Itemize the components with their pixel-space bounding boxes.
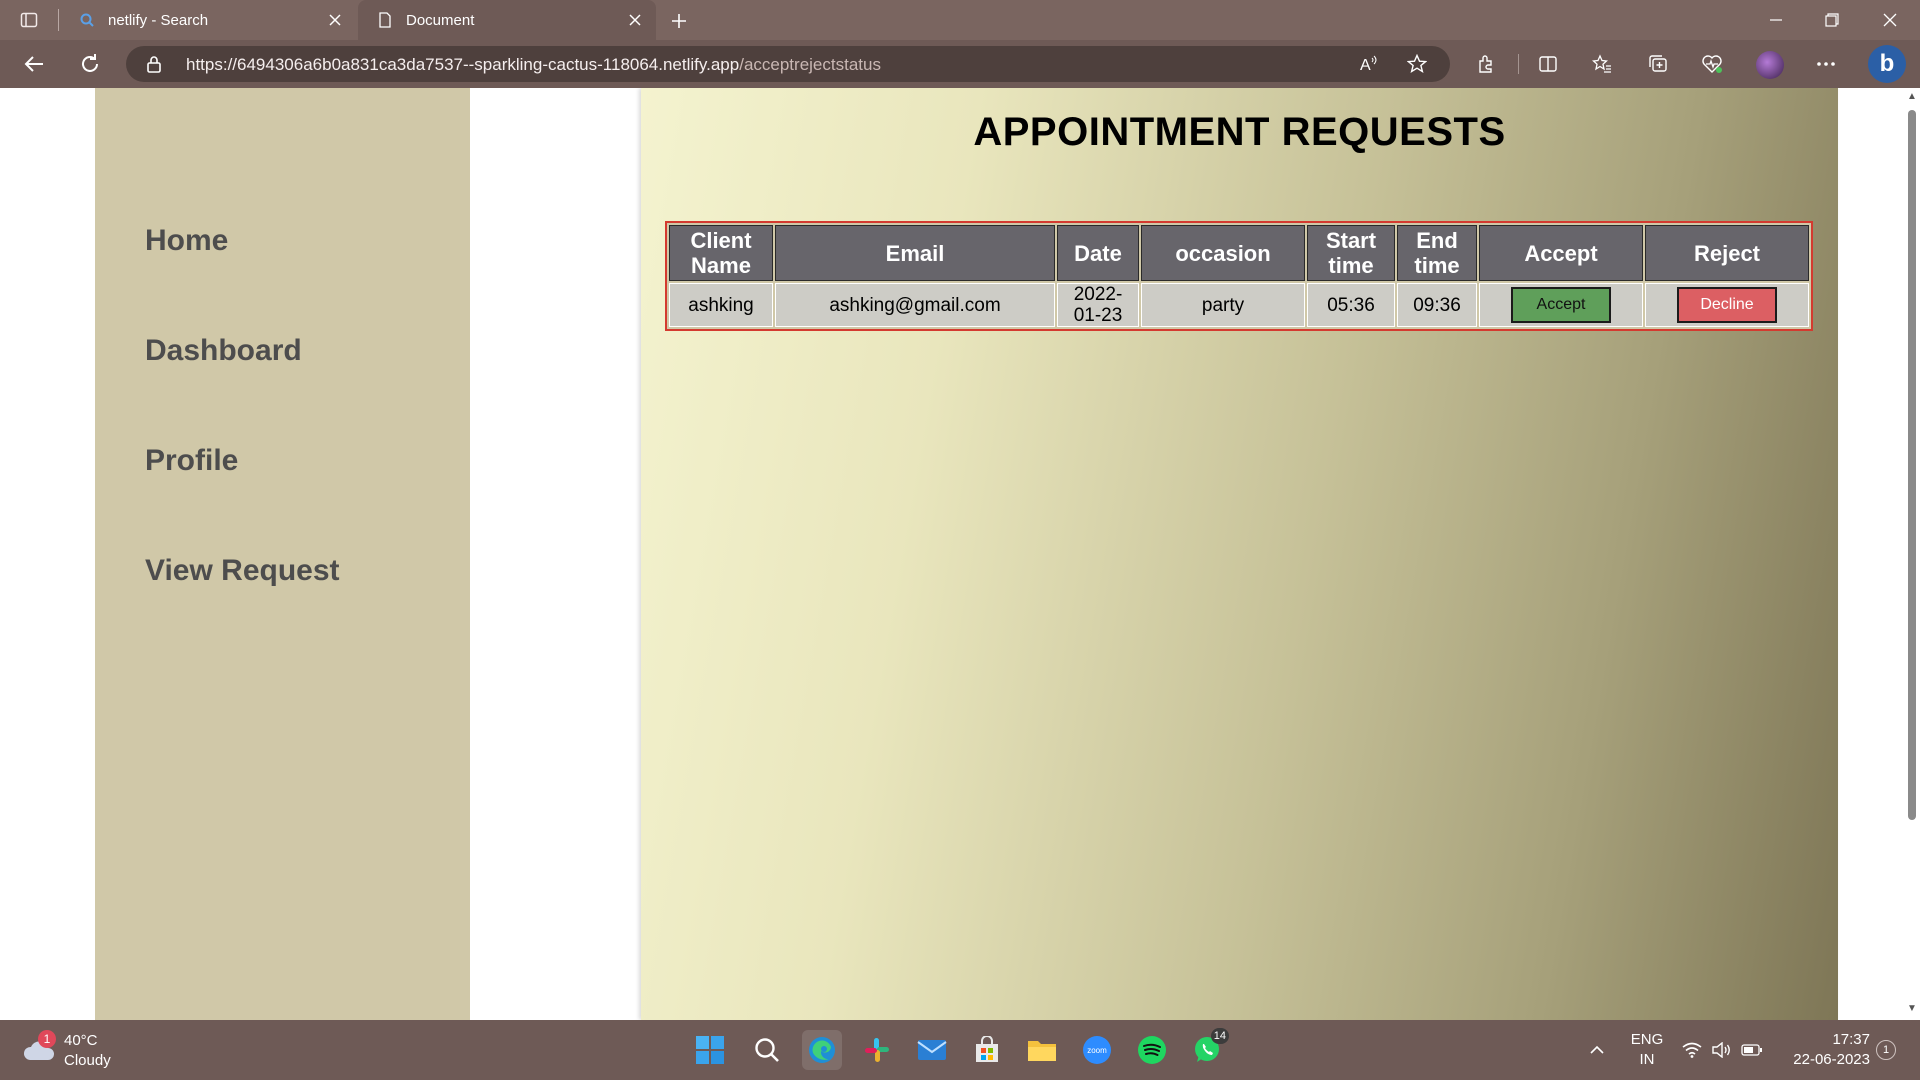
weather-widget[interactable]: 1 40°C Cloudy	[22, 1030, 152, 1072]
scroll-up-arrow-icon[interactable]: ▲	[1907, 92, 1917, 102]
address-bar[interactable]: https://6494306a6b0a831ca3da7537--sparkl…	[126, 46, 1450, 82]
mail-icon[interactable]	[912, 1030, 952, 1070]
page-viewport: Home Dashboard Profile View Request APPO…	[0, 88, 1904, 1020]
page-favicon-icon	[376, 11, 394, 29]
new-tab-icon[interactable]	[666, 8, 692, 34]
column-header-occasion: occasion	[1141, 225, 1305, 281]
language-code: ENG	[1630, 1031, 1664, 1048]
tab-title: Document	[406, 11, 475, 29]
profile-avatar[interactable]	[1756, 51, 1784, 79]
battery-icon[interactable]	[1740, 1020, 1764, 1080]
url-host: https://6494306a6b0a831ca3da7537--sparkl…	[186, 55, 740, 74]
column-header-client-name: Client Name	[669, 225, 773, 281]
whatsapp-icon[interactable]: 14	[1187, 1028, 1229, 1070]
cell-end-time: 09:36	[1397, 283, 1477, 327]
column-header-email: Email	[775, 225, 1055, 281]
windows-start-icon[interactable]	[690, 1030, 730, 1070]
close-icon[interactable]	[626, 11, 644, 29]
browser-essentials-icon[interactable]	[1700, 52, 1724, 76]
favorites-icon[interactable]	[1590, 52, 1614, 76]
windows-taskbar: 1 40°C Cloudy zoom 14 ENG IN 17:37 22-06…	[0, 1020, 1920, 1080]
read-aloud-icon[interactable]: A	[1358, 53, 1380, 75]
file-explorer-icon[interactable]	[1022, 1030, 1062, 1070]
browser-toolbar: https://6494306a6b0a831ca3da7537--sparkl…	[0, 40, 1920, 88]
scrollbar-thumb[interactable]	[1908, 110, 1916, 820]
decline-button[interactable]: Decline	[1677, 287, 1777, 323]
sidebar-item-dashboard[interactable]: Dashboard	[145, 334, 302, 368]
refresh-icon[interactable]	[76, 50, 104, 78]
table-row: ashking ashking@gmail.com 2022-01-23 par…	[669, 283, 1809, 327]
weather-temperature: 40°C	[64, 1032, 98, 1049]
slack-icon[interactable]	[857, 1030, 897, 1070]
cell-client-name: ashking	[669, 283, 773, 327]
svg-text:A: A	[1360, 57, 1371, 74]
back-icon[interactable]	[20, 50, 48, 78]
page-title: APPOINTMENT REQUESTS	[973, 110, 1506, 154]
weather-alert-badge: 1	[38, 1030, 56, 1048]
url-path: /acceptrejectstatus	[739, 55, 881, 74]
volume-icon[interactable]	[1710, 1020, 1734, 1080]
table-header-row: Client Name Email Date occasion Start ti…	[669, 225, 1809, 281]
cell-date: 2022-01-23	[1057, 283, 1139, 327]
tab-separator	[58, 9, 59, 31]
sidebar: Home Dashboard Profile View Request	[95, 88, 470, 1020]
lock-icon[interactable]	[146, 55, 164, 73]
wifi-icon[interactable]	[1680, 1020, 1704, 1080]
microsoft-store-icon[interactable]	[967, 1030, 1007, 1070]
system-clock[interactable]: 17:37 22-06-2023	[1778, 1030, 1870, 1070]
column-header-accept: Accept	[1479, 225, 1643, 281]
sidebar-item-home[interactable]: Home	[145, 224, 228, 258]
sidebar-item-profile[interactable]: Profile	[145, 444, 238, 478]
bing-copilot-icon[interactable]: b	[1868, 45, 1906, 83]
main-content: APPOINTMENT REQUESTS Client Name Email D…	[641, 88, 1838, 1020]
show-hidden-icons-chevron-icon[interactable]	[1585, 1020, 1609, 1080]
sidebar-item-view-request[interactable]: View Request	[145, 554, 340, 588]
appointment-requests-table: Client Name Email Date occasion Start ti…	[665, 221, 1813, 331]
browser-tab-bar: netlify - Search Document	[0, 0, 1920, 40]
column-header-start-time: Start time	[1307, 225, 1395, 281]
svg-text:zoom: zoom	[1087, 1046, 1107, 1055]
language-indicator[interactable]: ENG IN	[1630, 1030, 1664, 1070]
restore-icon[interactable]	[1818, 6, 1846, 34]
cell-email: ashking@gmail.com	[775, 283, 1055, 327]
search-icon[interactable]	[747, 1030, 787, 1070]
clock-time: 17:37	[1832, 1031, 1870, 1048]
more-options-icon[interactable]	[1814, 52, 1838, 76]
tab-netlify-search[interactable]: netlify - Search	[60, 0, 356, 40]
collections-icon[interactable]	[1646, 52, 1670, 76]
search-favicon-icon	[78, 11, 96, 29]
window-close-icon[interactable]	[1876, 6, 1904, 34]
toolbar-separator	[1518, 54, 1519, 74]
close-icon[interactable]	[326, 11, 344, 29]
whatsapp-unread-badge: 14	[1210, 1028, 1229, 1044]
favorite-star-icon[interactable]	[1406, 53, 1428, 75]
clock-date: 22-06-2023	[1793, 1051, 1870, 1068]
zoom-icon[interactable]: zoom	[1077, 1030, 1117, 1070]
spotify-icon[interactable]	[1132, 1030, 1172, 1070]
url-text[interactable]: https://6494306a6b0a831ca3da7537--sparkl…	[186, 55, 881, 75]
cell-occasion: party	[1141, 283, 1305, 327]
vertical-scrollbar[interactable]: ▲ ▼	[1904, 88, 1920, 1020]
edge-browser-icon[interactable]	[802, 1030, 842, 1070]
tab-document[interactable]: Document	[358, 0, 656, 40]
cell-accept: Accept	[1479, 283, 1643, 327]
accept-button[interactable]: Accept	[1511, 287, 1611, 323]
weather-condition: Cloudy	[64, 1052, 111, 1069]
extensions-icon[interactable]	[1474, 52, 1498, 76]
column-header-date: Date	[1057, 225, 1139, 281]
column-header-reject: Reject	[1645, 225, 1809, 281]
minimize-icon[interactable]	[1762, 6, 1790, 34]
split-screen-icon[interactable]	[1536, 52, 1560, 76]
notification-center-badge[interactable]: 1	[1876, 1040, 1896, 1060]
cell-start-time: 05:36	[1307, 283, 1395, 327]
tab-title: netlify - Search	[108, 11, 209, 29]
language-region: IN	[1639, 1051, 1655, 1068]
tab-actions-icon[interactable]	[18, 9, 40, 31]
scroll-down-arrow-icon[interactable]: ▼	[1907, 1004, 1917, 1014]
cell-reject: Decline	[1645, 283, 1809, 327]
column-header-end-time: End time	[1397, 225, 1477, 281]
